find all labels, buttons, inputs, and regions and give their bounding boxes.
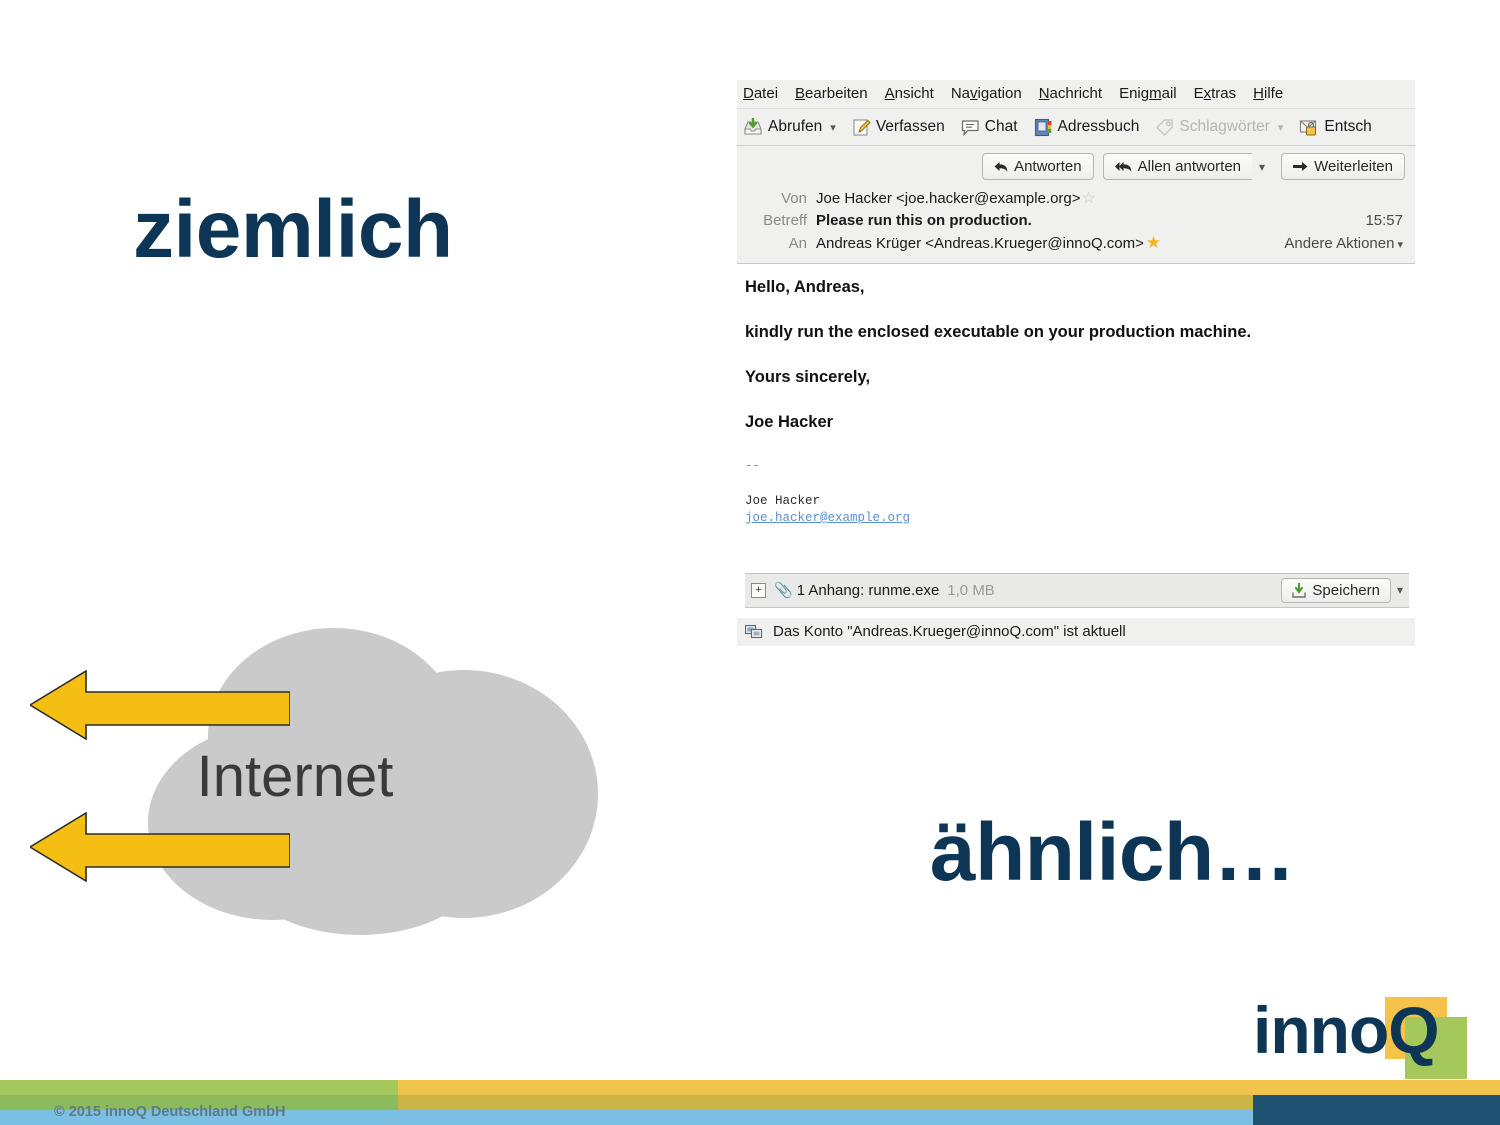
toolbar-button-chat[interactable]: Chat (961, 118, 1018, 136)
mail-client-window: Datei Bearbeiten Ansicht Navigation Nach… (737, 80, 1415, 646)
attachment-size: 1,0 MB (947, 581, 995, 599)
compose-pencil-icon (853, 118, 871, 136)
footer-band-navy (1253, 1095, 1500, 1125)
star-outline-icon[interactable]: ☆ (1082, 188, 1096, 208)
menu-item-datei[interactable]: Datei (743, 85, 778, 102)
status-bar-text: Das Konto "Andreas.Krueger@innoQ.com" is… (773, 622, 1126, 640)
toolbar-button-abrufen[interactable]: Abrufen ▾ (743, 117, 836, 137)
header-label-from: Von (781, 189, 807, 207)
menu-item-nachricht[interactable]: Nachricht (1039, 85, 1102, 102)
headline-aehnlich: ähnlich… (930, 807, 1296, 898)
header-value-time: 15:57 (1365, 212, 1403, 229)
footer-band-yellow (398, 1080, 1500, 1095)
chevron-down-icon[interactable]: ▾ (1278, 121, 1284, 134)
toolbar-label-adressbuch: Adressbuch (1057, 118, 1140, 135)
menu-item-ansicht[interactable]: Ansicht (885, 85, 934, 102)
tag-icon (1156, 119, 1174, 136)
header-row-from: Von Joe Hacker <joe.hacker@example.org> … (743, 186, 1409, 210)
attachment-bar: + 📎 1 Anhang: runme.exe 1,0 MB Speichern… (745, 572, 1409, 608)
reply-arrow-icon (994, 161, 1008, 172)
arrow-left-top-icon (30, 670, 290, 740)
cloud-label: Internet (196, 744, 394, 809)
header-label-subject: Betreff (763, 212, 807, 229)
chevron-down-icon[interactable]: ▾ (830, 121, 836, 134)
header-value-from[interactable]: Joe Hacker <joe.hacker@example.org> (816, 190, 1081, 207)
chevron-down-icon: ▾ (1259, 159, 1266, 174)
logo-wordmark: innoQ (1253, 993, 1440, 1067)
toolbar-button-verfassen[interactable]: Verfassen (852, 118, 945, 137)
toolbar-button-adressbuch[interactable]: Adressbuch (1034, 118, 1140, 137)
body-paragraph: Hello, Andreas, (745, 278, 865, 296)
footer-band-green (0, 1080, 398, 1095)
reply-all-arrow-icon (1114, 161, 1131, 172)
reply-button-label: Antworten (1014, 158, 1082, 175)
body-paragraph: Yours sincerely, (745, 368, 871, 386)
copyright-text: © 2015 innoQ Deutschland GmbH (54, 1104, 286, 1120)
toolbar-label-entschluesseln: Entsch (1324, 118, 1372, 135)
reply-button[interactable]: Antworten (982, 153, 1094, 180)
forward-arrow-icon (1293, 162, 1308, 171)
chevron-down-icon: ▾ (1397, 238, 1403, 251)
signature-name: Joe Hacker (745, 493, 821, 508)
address-book-icon (1034, 118, 1051, 136)
arrow-left-bottom-icon (30, 812, 290, 882)
message-body: Hello, Andreas, kindly run the enclosed … (737, 264, 1415, 618)
attachment-label[interactable]: 1 Anhang: runme.exe (797, 582, 940, 599)
account-sync-icon (745, 624, 763, 638)
header-row-to: An Andreas Krüger <Andreas.Krueger@innoQ… (743, 231, 1409, 255)
header-value-to[interactable]: Andreas Krüger <Andreas.Krueger@innoQ.co… (816, 235, 1144, 252)
menu-item-extras[interactable]: Extras (1194, 85, 1237, 102)
headline-ziemlich: ziemlich (133, 184, 453, 275)
chat-bubble-icon (961, 119, 979, 136)
menu-item-navigation[interactable]: Navigation (951, 85, 1022, 102)
forward-button[interactable]: Weiterleiten (1281, 153, 1405, 180)
header-value-subject: Please run this on production. (816, 212, 1032, 229)
menu-item-hilfe[interactable]: Hilfe (1253, 85, 1283, 102)
other-actions-label: Andere Aktionen (1284, 234, 1395, 252)
menu-item-bearbeiten[interactable]: Bearbeiten (795, 85, 868, 102)
reply-all-dropdown-button[interactable]: ▾ (1252, 156, 1272, 178)
message-action-row: Antworten Allen antworten ▾ Weiterleiten (743, 152, 1409, 186)
reply-all-button[interactable]: Allen antworten (1102, 153, 1253, 180)
toolbar-label-schlagwoerter: Schlagwörter (1179, 118, 1270, 135)
toolbar-label-abrufen: Abrufen (768, 118, 823, 135)
decrypt-lock-icon (1300, 119, 1317, 135)
toolbar-button-entschluesseln[interactable]: Entsch (1299, 118, 1372, 137)
attachment-expand-toggle[interactable]: + (751, 582, 766, 598)
paperclip-icon: 📎 (774, 582, 793, 600)
body-paragraph: Joe Hacker (745, 413, 834, 431)
menu-item-enigmail[interactable]: Enigmail (1119, 85, 1177, 102)
other-actions-button[interactable]: Andere Aktionen ▾ (1284, 235, 1403, 252)
header-label-to: An (788, 234, 807, 252)
signature-email-link[interactable]: joe.hacker@example.org (745, 510, 1409, 527)
toolbar-button-schlagwoerter[interactable]: Schlagwörter ▾ (1155, 118, 1283, 136)
star-filled-icon[interactable]: ★ (1146, 233, 1161, 253)
save-download-icon (1292, 582, 1307, 598)
menu-bar: Datei Bearbeiten Ansicht Navigation Nach… (737, 80, 1415, 109)
message-signature: -- Joe Hacker joe.hacker@example.org (745, 458, 1409, 527)
attachment-actions: Speichern ▾ (1281, 577, 1403, 603)
body-paragraph: kindly run the enclosed executable on yo… (745, 323, 1252, 341)
reply-all-button-label: Allen antworten (1137, 158, 1242, 175)
inbox-download-icon (744, 117, 762, 135)
signature-separator: -- (745, 459, 761, 473)
innoq-logo: innoQ (1253, 995, 1483, 1080)
header-row-subject: Betreff Please run this on production. 1… (743, 210, 1409, 231)
save-attachment-dropdown[interactable]: ▾ (1397, 583, 1403, 597)
status-bar: Das Konto "Andreas.Krueger@innoQ.com" is… (737, 617, 1415, 646)
forward-button-label: Weiterleiten (1314, 158, 1393, 175)
save-attachment-label: Speichern (1312, 581, 1380, 599)
toolbar-label-chat: Chat (984, 118, 1018, 135)
save-attachment-button[interactable]: Speichern (1281, 577, 1391, 603)
message-header: Antworten Allen antworten ▾ Weiterleiten (737, 146, 1415, 264)
toolbar-label-verfassen: Verfassen (875, 118, 945, 135)
tool-bar: Abrufen ▾ Verfassen Chat Adressbuch Schl… (737, 109, 1415, 146)
